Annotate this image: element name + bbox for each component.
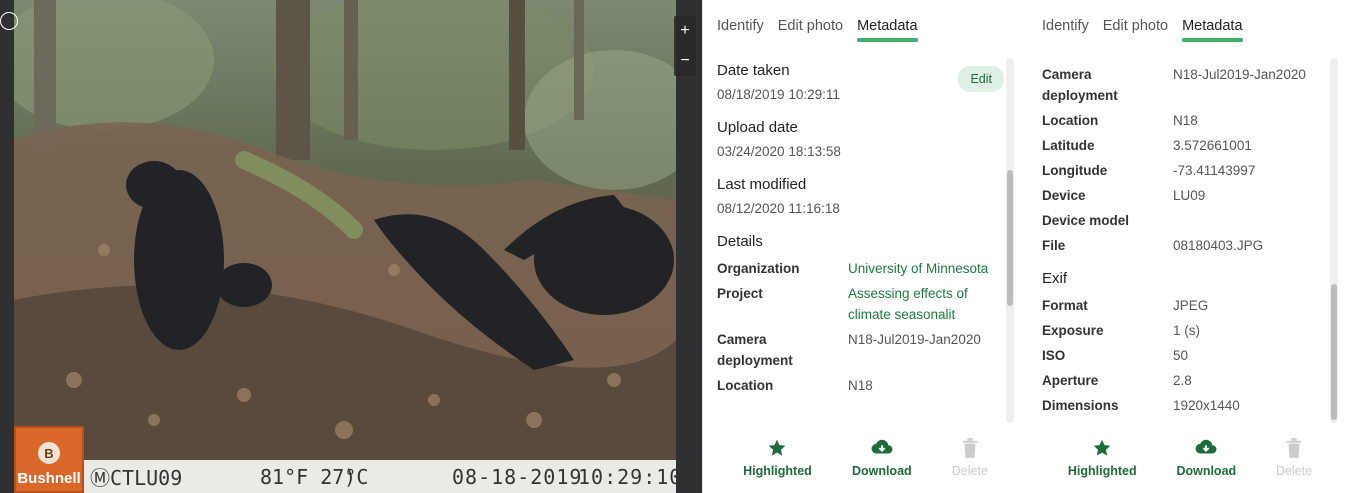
- scrollbar[interactable]: [1330, 58, 1338, 423]
- download-label: Download: [1176, 464, 1237, 478]
- location-label: Location: [1042, 113, 1099, 128]
- organization-label: Organization: [717, 261, 800, 276]
- delete-label: Delete: [1275, 464, 1313, 478]
- camera-deployment-label: Camera deployment: [717, 332, 793, 368]
- project-link[interactable]: Assessing effects of climate seasonalit: [848, 283, 1004, 325]
- organization-link[interactable]: University of Minnesota: [848, 258, 1004, 279]
- details-list: Organization University of Minnesota Pro…: [717, 258, 1004, 396]
- device-model-label: Device model: [1042, 213, 1130, 228]
- zoom-in-button[interactable]: +: [674, 16, 696, 46]
- cloud-download-icon: [1195, 439, 1217, 454]
- camera-info-strip: B Bushnell ⓂCTLU09 81°F 27°C ) 08-18-201…: [14, 426, 676, 493]
- trash-icon: [962, 438, 978, 458]
- photo-time: 10:29:10: [578, 464, 676, 489]
- metadata-panel-2: Identify Edit photo Metadata Camera depl…: [1028, 0, 1352, 493]
- photo-date: 08-18-2019: [452, 464, 583, 489]
- exposure-label: Exposure: [1042, 323, 1104, 338]
- file-label: File: [1042, 238, 1066, 253]
- project-label: Project: [717, 286, 763, 301]
- metadata-scroll-area[interactable]: Date taken Edit 08/18/2019 10:29:11 Uplo…: [717, 58, 1004, 423]
- tab-metadata[interactable]: Metadata: [1182, 18, 1244, 42]
- longitude-label: Longitude: [1042, 163, 1108, 178]
- zoom-out-button[interactable]: −: [674, 46, 696, 76]
- delete-label: Delete: [951, 464, 988, 478]
- circle-icon[interactable]: [0, 12, 18, 30]
- download-button[interactable]: Download: [852, 438, 912, 478]
- exif-list: Format JPEG Exposure 1 (s) ISO 50 Apertu…: [1042, 295, 1328, 416]
- camera-trap-photo: B Bushnell ⓂCTLU09 81°F 27°C ) 08-18-201…: [14, 0, 676, 493]
- details-title: Details: [717, 233, 763, 250]
- brand-mark: B: [38, 442, 60, 464]
- device-value: LU09: [1173, 188, 1206, 203]
- edit-date-button[interactable]: Edit: [958, 66, 1004, 92]
- device-model-value: [1173, 210, 1328, 231]
- tab-edit-photo[interactable]: Edit photo: [1103, 18, 1168, 40]
- tab-identify[interactable]: Identify: [717, 18, 764, 40]
- bushnell-logo: B Bushnell: [14, 426, 84, 493]
- scrollbar[interactable]: [1006, 58, 1014, 423]
- highlighted-button[interactable]: Highlighted: [743, 438, 812, 478]
- panel-tabs: Identify Edit photo Metadata: [1042, 18, 1244, 42]
- download-label: Download: [851, 464, 912, 478]
- download-button[interactable]: Download: [1176, 438, 1236, 478]
- iso-label: ISO: [1042, 348, 1066, 363]
- upload-date-value: 03/24/2020 18:13:58: [717, 144, 841, 159]
- panel-tabs: Identify Edit photo Metadata: [717, 18, 919, 42]
- longitude-value: -73.41143997: [1173, 163, 1256, 178]
- device-label: Device: [1042, 188, 1086, 203]
- location-value: N18: [1173, 113, 1198, 128]
- camera-id: ⓂCTLU09: [90, 466, 183, 490]
- latitude-value: 3.572661001: [1173, 138, 1252, 153]
- star-icon: [1093, 439, 1111, 456]
- metadata-scroll-area[interactable]: Camera deployment N18-Jul2019-Jan2020 Lo…: [1042, 64, 1328, 429]
- scrollbar-thumb[interactable]: [1331, 284, 1337, 420]
- date-taken-value: 08/18/2019 10:29:11: [717, 87, 840, 102]
- camera-deployment-label: Camera deployment: [1042, 67, 1118, 103]
- action-bar: Highlighted Download Delete: [703, 423, 1028, 493]
- delete-button[interactable]: Delete: [1276, 438, 1312, 478]
- moon-phase: ): [344, 464, 357, 489]
- file-value: 08180403.JPG: [1173, 238, 1264, 253]
- dimensions-value: 1920x1440: [1173, 398, 1240, 413]
- location-label: Location: [717, 378, 774, 393]
- photo-viewer[interactable]: B Bushnell ⓂCTLU09 81°F 27°C ) 08-18-201…: [0, 0, 702, 493]
- aperture-value: 2.8: [1173, 373, 1192, 388]
- dimensions-label: Dimensions: [1042, 398, 1119, 413]
- aperture-label: Aperture: [1042, 373, 1099, 388]
- brand-name: Bushnell: [17, 470, 81, 487]
- delete-button[interactable]: Delete: [952, 438, 988, 478]
- scrollbar-thumb[interactable]: [1007, 170, 1013, 306]
- camera-deployment-value: N18-Jul2019-Jan2020: [1173, 67, 1306, 82]
- exif-title: Exif: [1042, 270, 1068, 287]
- photo-scene: [14, 0, 676, 493]
- action-bar: Highlighted Download Delete: [1028, 423, 1352, 493]
- highlighted-label: Highlighted: [1067, 464, 1137, 478]
- tab-metadata[interactable]: Metadata: [857, 18, 919, 42]
- details-list: Camera deployment N18-Jul2019-Jan2020 Lo…: [1042, 64, 1328, 256]
- star-icon: [769, 439, 786, 456]
- last-modified-title: Last modified: [717, 176, 807, 193]
- latitude-label: Latitude: [1042, 138, 1095, 153]
- format-label: Format: [1042, 298, 1088, 313]
- upload-date-title: Upload date: [717, 119, 798, 136]
- cloud-download-icon: [871, 439, 893, 454]
- highlighted-label: Highlighted: [743, 464, 812, 478]
- tab-identify[interactable]: Identify: [1042, 18, 1089, 40]
- highlighted-button[interactable]: Highlighted: [1068, 438, 1137, 478]
- metadata-panel-1: Identify Edit photo Metadata Date taken …: [702, 0, 1028, 493]
- location-value: N18: [848, 378, 873, 393]
- tab-edit-photo[interactable]: Edit photo: [778, 18, 843, 40]
- exposure-value: 1 (s): [1173, 323, 1200, 338]
- zoom-controls: + −: [674, 16, 696, 76]
- iso-value: 50: [1173, 348, 1189, 363]
- last-modified-value: 08/12/2020 11:16:18: [717, 201, 840, 216]
- trash-icon: [1286, 438, 1302, 458]
- format-value: JPEG: [1173, 298, 1209, 313]
- camera-deployment-value: N18-Jul2019-Jan2020: [848, 332, 981, 347]
